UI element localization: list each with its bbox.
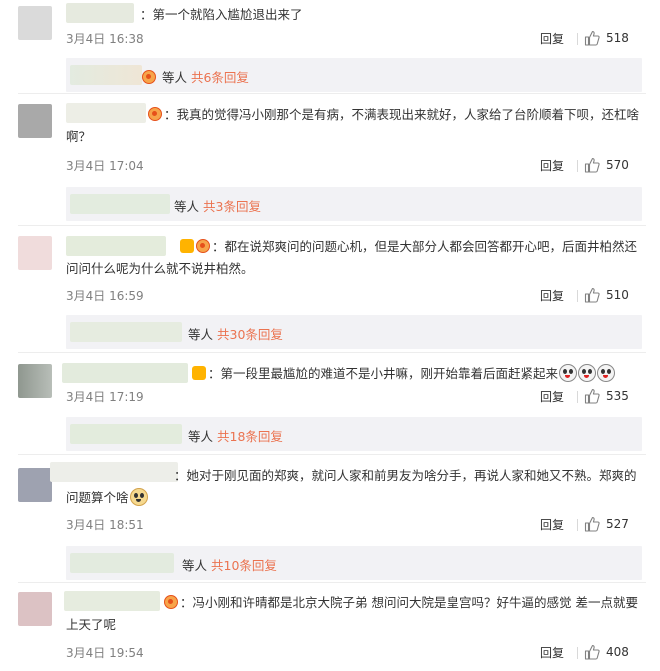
divider	[577, 647, 578, 659]
verified-badge-icon	[142, 70, 156, 84]
divider	[18, 352, 646, 353]
sub-reply-users-blurred[interactable]	[70, 553, 174, 573]
timestamp: 3月4日 17:04	[66, 159, 144, 173]
sub-reply-count-link[interactable]: 共3条回复	[203, 199, 261, 214]
divider	[18, 225, 646, 226]
sub-reply-count-link[interactable]: 共18条回复	[217, 429, 283, 444]
sub-reply-users-blurred[interactable]	[70, 65, 142, 85]
comment-text: ：冯小刚和许晴都是北京大院子弟 想问问大院是皇宫吗？好牛逼的感觉 差一点就要上天…	[66, 595, 638, 632]
like-count: 570	[606, 158, 629, 172]
comment-meta: 3月4日 17:19 回复 535	[66, 388, 646, 406]
sub-reply-box: 等人 共3条回复	[66, 187, 642, 221]
sub-reply-summary: 等人 共30条回复	[188, 327, 283, 342]
avatar[interactable]	[18, 104, 52, 138]
comment-text: ：第一个就陷入尴尬退出来了	[140, 7, 303, 22]
avatar[interactable]	[18, 592, 52, 626]
like-count: 510	[606, 288, 629, 302]
avatar[interactable]	[18, 364, 52, 398]
thumbs-up-icon	[584, 644, 600, 660]
sub-reply-summary: 等人 共3条回复	[174, 199, 261, 214]
surprised-emoji-icon	[597, 364, 616, 382]
verified-badge-icon	[148, 107, 162, 121]
divider	[577, 160, 578, 172]
surprised-emoji-icon	[559, 364, 578, 382]
reply-button[interactable]: 回复	[540, 388, 564, 405]
crown-badge-icon	[192, 366, 206, 380]
like-count: 535	[606, 389, 629, 403]
sub-reply-count-link[interactable]: 共10条回复	[211, 558, 277, 573]
sub-reply-box: 等人 共18条回复	[66, 417, 642, 451]
like-count: 527	[606, 517, 629, 531]
doge-emoji-icon	[129, 488, 148, 506]
thumbs-up-icon	[584, 287, 600, 303]
sub-reply-box: 等人 共30条回复	[66, 315, 642, 349]
comment-meta: 3月4日 18:51 回复 527	[66, 516, 646, 534]
thumbs-up-icon	[584, 157, 600, 173]
sub-reply-count-link[interactable]: 共30条回复	[217, 327, 283, 342]
avatar[interactable]	[18, 236, 52, 270]
comment-text: ：我真的觉得冯小刚那个是有病，不满表现出来就好，人家给了台阶顺着下呗，还杠啥啊？	[66, 107, 640, 144]
like-button[interactable]: 518	[584, 30, 646, 48]
comment-text: ：她对于刚见面的郑爽，就问人家和前男友为啥分手，再说人家和她又不熟。郑爽的问题算…	[66, 468, 637, 506]
like-button[interactable]: 535	[584, 388, 646, 406]
reply-button[interactable]: 回复	[540, 644, 564, 661]
reply-button[interactable]: 回复	[540, 287, 564, 304]
reply-button[interactable]: 回复	[540, 30, 564, 47]
timestamp: 3月4日 19:54	[66, 646, 144, 660]
divider	[18, 454, 646, 455]
thumbs-up-icon	[584, 516, 600, 532]
thumbs-up-icon	[584, 30, 600, 46]
sub-reply-users-blurred[interactable]	[70, 424, 182, 444]
divider	[577, 33, 578, 45]
thumbs-up-icon	[584, 388, 600, 404]
avatar[interactable]	[18, 6, 52, 40]
comment-meta: 3月4日 16:38 回复 518	[66, 30, 646, 48]
comment-meta: 3月4日 17:04 回复 570	[66, 157, 646, 175]
reply-button[interactable]: 回复	[540, 157, 564, 174]
like-button[interactable]: 408	[584, 644, 646, 662]
divider	[18, 582, 646, 583]
comment-meta: 3月4日 19:54 回复 408	[66, 644, 646, 662]
sub-reply-box: 等人 共10条回复	[66, 546, 642, 580]
sub-reply-count-link[interactable]: 共6条回复	[191, 70, 249, 85]
sub-reply-summary: 等人 共18条回复	[188, 429, 283, 444]
surprised-emoji-icon	[578, 364, 597, 382]
like-count: 518	[606, 31, 629, 45]
crown-badge-icon	[180, 239, 194, 253]
timestamp: 3月4日 16:38	[66, 32, 144, 46]
timestamp: 3月4日 17:19	[66, 390, 144, 404]
divider	[577, 290, 578, 302]
comment-meta: 3月4日 16:59 回复 510	[66, 287, 646, 305]
divider	[18, 93, 646, 94]
avatar[interactable]	[18, 468, 52, 502]
verified-badge-icon	[196, 239, 210, 253]
sub-reply-summary: 等人 共10条回复	[182, 558, 277, 573]
verified-badge-icon	[164, 595, 178, 609]
like-button[interactable]: 527	[584, 516, 646, 534]
timestamp: 3月4日 18:51	[66, 518, 144, 532]
divider	[577, 519, 578, 531]
sub-reply-users-blurred[interactable]	[70, 194, 170, 214]
comment-text: ：都在说郑爽问的问题心机，但是大部分人都会回答都开心吧，后面井柏然还问问什么呢为…	[66, 239, 638, 276]
like-count: 408	[606, 645, 629, 659]
like-button[interactable]: 510	[584, 287, 646, 305]
divider	[577, 391, 578, 403]
sub-reply-box: 等人 共6条回复	[66, 58, 642, 92]
sub-reply-summary: 等人 共6条回复	[142, 67, 249, 86]
timestamp: 3月4日 16:59	[66, 289, 144, 303]
comment-text: ：第一段里最尴尬的难道不是小井嘛，刚开始靠着后面赶紧起来	[66, 363, 646, 385]
reply-button[interactable]: 回复	[540, 516, 564, 533]
sub-reply-users-blurred[interactable]	[70, 322, 182, 342]
like-button[interactable]: 570	[584, 157, 646, 175]
